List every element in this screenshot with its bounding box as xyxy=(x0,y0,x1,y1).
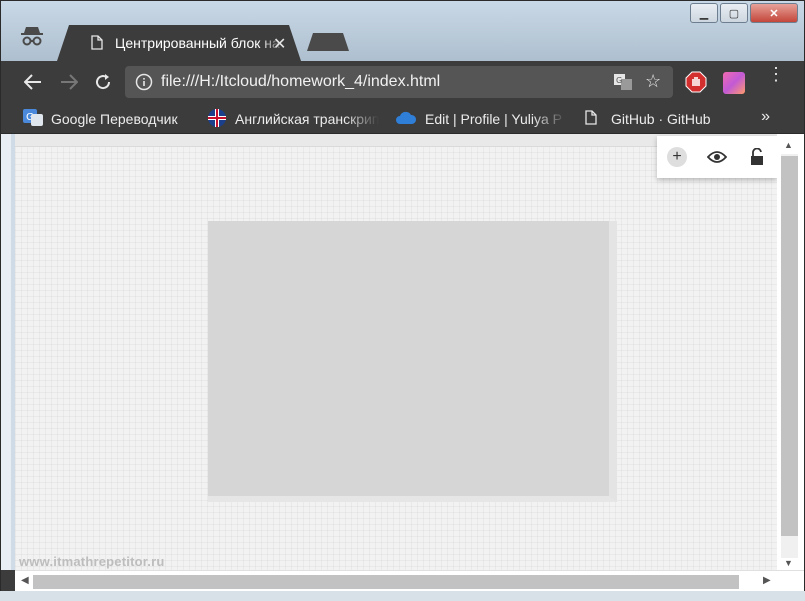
window-bottom-edge xyxy=(0,591,805,601)
scroll-left-icon[interactable]: ◀ xyxy=(21,575,29,586)
url-input[interactable] xyxy=(159,72,603,92)
new-tab-button[interactable] xyxy=(307,33,349,51)
bookmarks-bar: G Google Переводчик Английская транскрип… xyxy=(1,103,804,134)
info-icon[interactable] xyxy=(135,73,153,96)
uk-flag-icon xyxy=(207,108,227,131)
bookmark-label: Английская транскрипция xyxy=(235,111,379,127)
page-viewport: www.itmathrepetitor.ru + xyxy=(15,134,777,570)
eye-icon[interactable] xyxy=(706,146,728,168)
bookmark-label: Google Переводчик xyxy=(51,111,178,127)
extension-panel: + xyxy=(657,136,777,178)
bookmark-label: Edit | Profile | Yuliya P xyxy=(425,111,562,127)
browser-window: Центрированный блок на CSS ✕ ▁ ▢ ✕ G xyxy=(0,0,805,601)
document-icon xyxy=(91,35,103,55)
incognito-icon xyxy=(17,23,47,51)
window-controls: ▁ ▢ ✕ xyxy=(690,3,798,23)
horizontal-scrollbar[interactable]: ◀ ▶ xyxy=(15,570,804,593)
tab-active[interactable]: Центрированный блок на CSS ✕ xyxy=(57,25,301,61)
scroll-right-icon[interactable]: ▶ xyxy=(763,575,771,586)
bookmark-github[interactable]: GitHub · GitHub xyxy=(585,109,711,129)
address-bar[interactable]: G ☆ xyxy=(125,66,673,98)
browser-toolbar: G ☆ ⋮ xyxy=(1,61,804,103)
add-icon[interactable]: + xyxy=(666,146,688,168)
extension-gradient-icon[interactable] xyxy=(723,72,745,94)
bookmarks-overflow-button[interactable]: » xyxy=(761,108,770,126)
close-window-button[interactable]: ✕ xyxy=(750,3,798,23)
svg-text:G: G xyxy=(616,76,622,85)
bookmark-google-translate[interactable]: G Google Переводчик xyxy=(23,108,178,130)
tab-title: Центрированный блок на CSS xyxy=(115,35,285,51)
centered-block xyxy=(208,221,617,502)
maximize-button[interactable]: ▢ xyxy=(720,3,748,23)
scroll-thumb[interactable] xyxy=(781,156,798,536)
bookmark-star-icon[interactable]: ☆ xyxy=(645,71,661,92)
vertical-scrollbar[interactable]: ▲ ▼ xyxy=(777,134,804,570)
google-translate-icon: G xyxy=(23,108,43,130)
tab-strip: Центрированный блок на CSS ✕ ▁ ▢ ✕ xyxy=(1,1,804,61)
translate-icon[interactable]: G xyxy=(613,73,633,96)
cloud-icon xyxy=(395,110,417,129)
scroll-up-icon[interactable]: ▲ xyxy=(784,140,793,150)
unlock-icon[interactable] xyxy=(746,146,768,168)
bookmark-label: GitHub · GitHub xyxy=(611,111,711,127)
scroll-down-icon[interactable]: ▼ xyxy=(784,558,793,568)
forward-icon[interactable] xyxy=(57,70,81,94)
bookmark-english-transcription[interactable]: Английская транскрипция xyxy=(207,108,379,131)
adblock-stop-icon[interactable] xyxy=(685,71,707,98)
reload-icon[interactable] xyxy=(91,70,115,94)
minimize-button[interactable]: ▁ xyxy=(690,3,718,23)
h-scroll-thumb[interactable] xyxy=(33,575,739,589)
document-icon xyxy=(585,110,597,128)
plus-label: + xyxy=(667,147,687,167)
tab-close-icon[interactable]: ✕ xyxy=(273,34,286,54)
back-icon[interactable] xyxy=(21,70,45,94)
bookmark-edit-profile[interactable]: Edit | Profile | Yuliya P xyxy=(395,109,567,129)
watermark-text: www.itmathrepetitor.ru xyxy=(19,554,165,569)
chrome-menu-icon[interactable]: ⋮ xyxy=(767,65,785,83)
